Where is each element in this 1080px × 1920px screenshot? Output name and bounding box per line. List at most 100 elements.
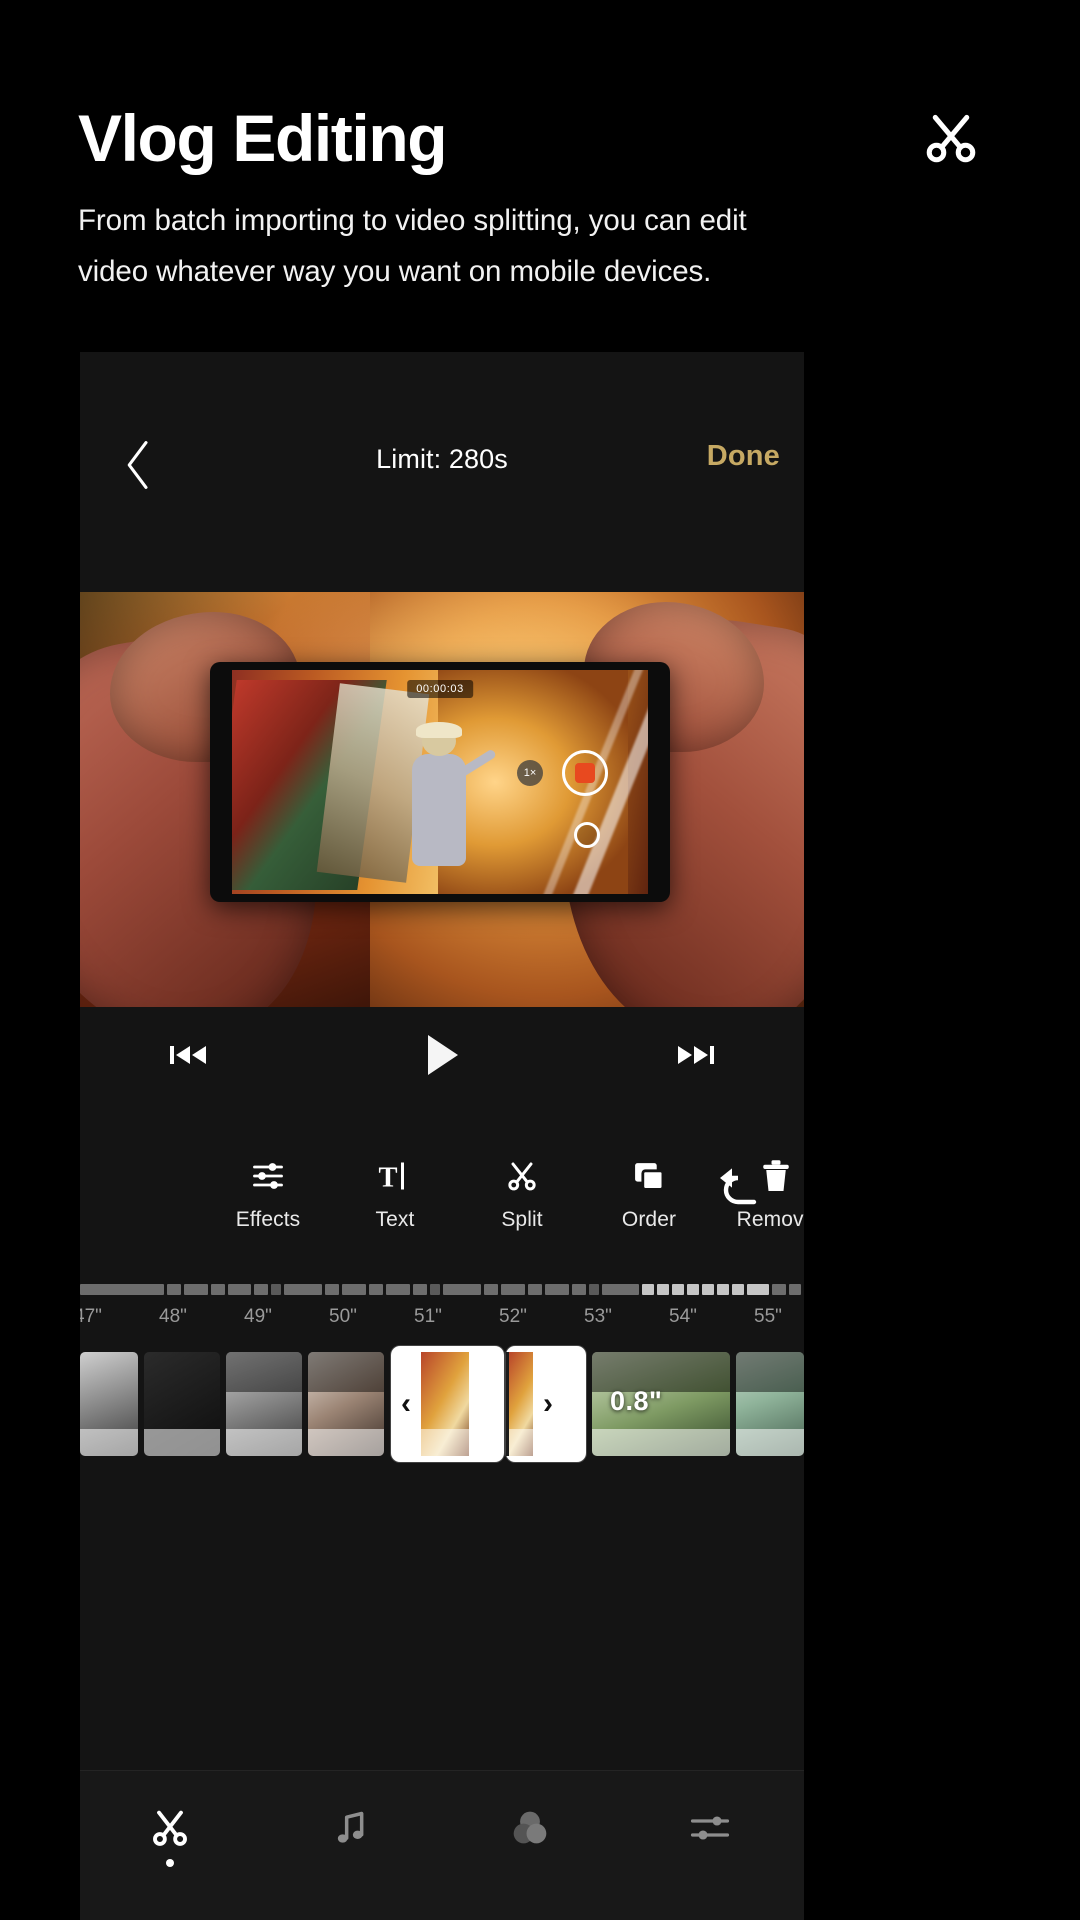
clip-thumbnail[interactable] (144, 1352, 220, 1456)
record-stop-icon (575, 763, 595, 783)
ruler-tick (210, 1284, 225, 1295)
sliders-icon (249, 1152, 287, 1194)
limit-label: Limit: 280s (376, 444, 508, 474)
scissors-icon (148, 1801, 192, 1855)
ruler-labels: 47" 48" 49" 50" 51" 52" 53" 54" 55" (80, 1306, 804, 1336)
tab-adjust[interactable] (640, 1801, 780, 1887)
layers-icon (630, 1152, 668, 1194)
person-figure (408, 722, 497, 886)
play-button[interactable] (414, 1029, 470, 1081)
skip-next-button[interactable] (668, 1033, 724, 1077)
ruler-tick (429, 1284, 440, 1295)
done-button[interactable]: Done (707, 440, 780, 473)
ruler-second-label: 49" (244, 1306, 272, 1327)
ruler-tick (413, 1284, 427, 1295)
selected-clip[interactable]: ‹ (391, 1346, 504, 1462)
tool-label: Split (501, 1208, 543, 1231)
ruler-tick (601, 1284, 640, 1295)
app-mockup: Limit: 280s Done 00:00:03 1× Effects T T… (80, 352, 804, 1920)
tab-filters[interactable] (460, 1801, 600, 1887)
ruler-tick (342, 1284, 367, 1295)
selected-clip-thumbnail-b (509, 1352, 533, 1456)
ruler-tick (442, 1284, 481, 1295)
text-cursor-icon: T (376, 1152, 414, 1194)
tool-label: Effects (235, 1208, 301, 1231)
music-note-icon (330, 1801, 370, 1855)
held-phone-screen: 00:00:03 1× (232, 670, 648, 894)
speed-badge[interactable]: 1× (517, 760, 543, 786)
trim-handle-right[interactable]: › (533, 1352, 563, 1456)
ruler-tick (527, 1284, 542, 1295)
tab-active-indicator (166, 1859, 174, 1867)
title-row: Vlog Editing (78, 92, 1002, 184)
ruler-second-label: 48" (159, 1306, 187, 1327)
ruler-tick (687, 1284, 700, 1295)
screen-root: Vlog Editing From batch importing to vid… (0, 0, 1080, 1920)
ruler-tick (747, 1284, 770, 1295)
ruler-tick (588, 1284, 599, 1295)
timeline-ruler[interactable]: 47" 48" 49" 50" 51" 52" 53" 54" 55" (80, 1284, 804, 1352)
ruler-ticks (80, 1284, 804, 1295)
clip-thumbnail[interactable]: 0.8" (592, 1352, 730, 1456)
filmstrip[interactable]: ‹ › 0.8" (80, 1346, 804, 1462)
ruler-tick (325, 1284, 340, 1295)
ruler-second-label: 50" (329, 1306, 357, 1327)
clip-thumbnail[interactable] (80, 1352, 138, 1456)
undo-button[interactable] (714, 1162, 770, 1214)
app-navbar: Limit: 280s Done (80, 352, 804, 592)
ruler-tick (483, 1284, 498, 1295)
ruler-tick (166, 1284, 181, 1295)
ruler-second-label: 47" (80, 1306, 102, 1327)
adjust-sliders-icon (689, 1801, 731, 1855)
ruler-tick (500, 1284, 525, 1295)
video-preview[interactable]: 00:00:03 1× (80, 592, 804, 1007)
clip-thumbnail[interactable] (226, 1352, 302, 1456)
ruler-tick (642, 1284, 655, 1295)
tool-label: Order (621, 1208, 677, 1231)
tab-cut[interactable] (100, 1801, 240, 1887)
tool-split[interactable]: Split (462, 1152, 582, 1232)
ruler-tick (254, 1284, 269, 1295)
ruler-tick (657, 1284, 670, 1295)
ruler-tick (369, 1284, 384, 1295)
record-button[interactable] (562, 750, 608, 796)
ruler-tick (571, 1284, 586, 1295)
svg-text:T: T (379, 1163, 398, 1194)
trim-handle-left[interactable]: ‹ (391, 1352, 421, 1456)
filters-circles-icon (508, 1801, 552, 1855)
skip-previous-button[interactable] (160, 1033, 216, 1077)
tool-order[interactable]: Order (589, 1152, 709, 1232)
ruler-second-label: 55" (754, 1306, 782, 1327)
play-icon (428, 1035, 458, 1075)
shutter-circle-icon[interactable] (574, 822, 600, 848)
page-title: Vlog Editing (78, 101, 448, 175)
ruler-tick (672, 1284, 685, 1295)
tool-effects[interactable]: Effects (208, 1152, 328, 1232)
ruler-tick (227, 1284, 252, 1295)
ruler-tick (772, 1284, 787, 1295)
ruler-tick (717, 1284, 730, 1295)
tool-label: Text (375, 1208, 415, 1231)
tab-music[interactable] (280, 1801, 420, 1887)
undo-arrow-icon (720, 1168, 757, 1205)
tool-text[interactable]: T Text (335, 1152, 455, 1232)
ruler-tick (386, 1284, 411, 1295)
held-phone: 00:00:03 1× (210, 662, 670, 902)
ruler-second-label: 52" (499, 1306, 527, 1327)
scissors-icon (926, 114, 976, 163)
selected-clip-thumbnail (421, 1352, 469, 1456)
clip-duration-badge: 0.8" (610, 1386, 663, 1416)
clip-thumbnail[interactable] (308, 1352, 384, 1456)
selected-clip-right[interactable]: › (506, 1346, 586, 1462)
clip-thumbnail[interactable] (736, 1352, 804, 1456)
ruler-tick (183, 1284, 208, 1295)
recording-timecode: 00:00:03 (407, 680, 473, 698)
ruler-tick (732, 1284, 745, 1295)
transport-controls (80, 1007, 804, 1103)
skip-next-icon (678, 1046, 714, 1064)
ruler-tick (80, 1284, 164, 1295)
bottom-tabbar (80, 1770, 804, 1920)
skip-previous-icon (170, 1046, 206, 1064)
ruler-second-label: 54" (669, 1306, 697, 1327)
ruler-tick (544, 1284, 569, 1295)
